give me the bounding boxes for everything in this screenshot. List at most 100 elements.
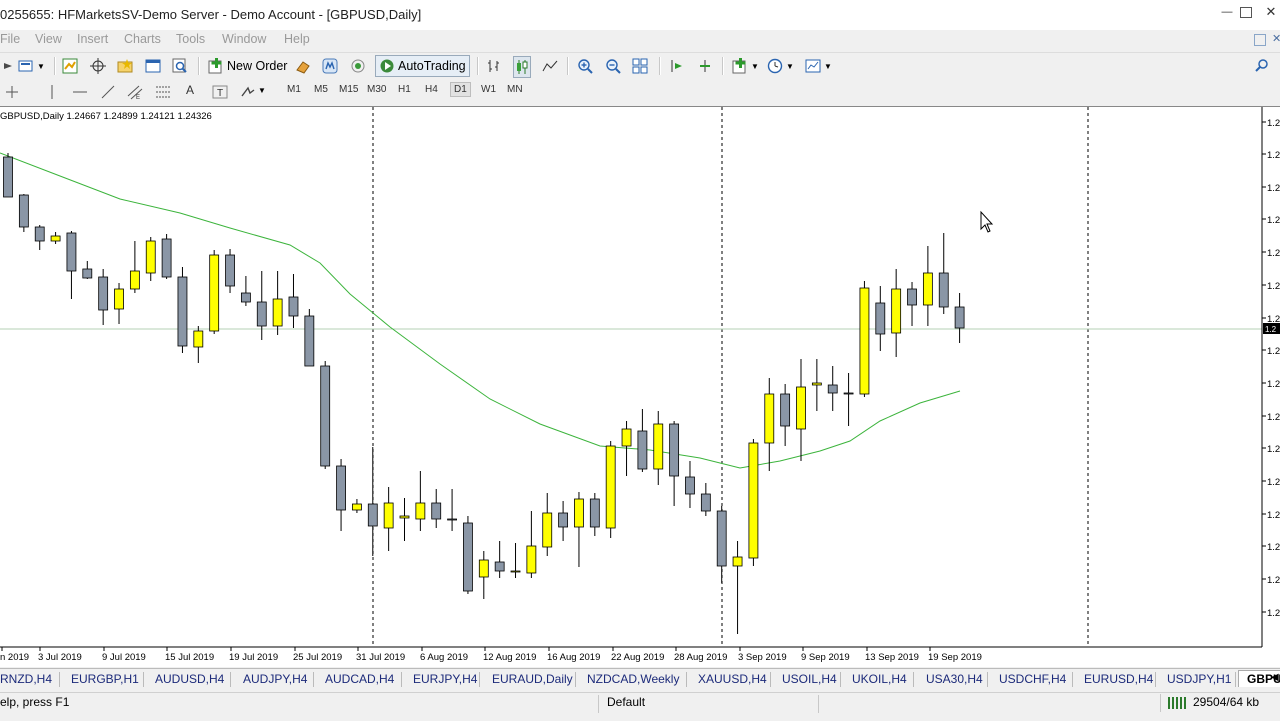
search-button[interactable] xyxy=(1254,56,1270,76)
close-icon[interactable]: ✕ xyxy=(1262,4,1280,20)
tile-windows-button[interactable] xyxy=(632,56,648,76)
timeframe-m30[interactable]: M30 xyxy=(367,84,386,95)
periods-button[interactable]: ▼ xyxy=(767,56,794,76)
auto-trading-button[interactable]: AutoTrading xyxy=(375,55,470,77)
chart-tab[interactable]: UKOIL,H4 xyxy=(852,672,907,686)
chart-tab[interactable]: EURGBP,H1 xyxy=(71,672,139,686)
chart-tab[interactable]: NZDCAD,Weekly xyxy=(587,672,679,686)
new-order-button[interactable]: New Order xyxy=(208,56,287,76)
bar-chart-button[interactable] xyxy=(486,56,502,76)
tab-scroll-left-icon[interactable]: ◀ xyxy=(1271,672,1279,683)
bearish-candle xyxy=(161,238,172,278)
menu-charts[interactable]: Charts xyxy=(124,32,161,46)
timeframe-m15[interactable]: M15 xyxy=(339,84,358,95)
time-tick-label: 13 Sep 2019 xyxy=(865,652,919,663)
auto-scroll-icon xyxy=(697,58,713,74)
signals-button[interactable] xyxy=(322,56,338,76)
bullish-candle xyxy=(653,423,664,470)
experts-button[interactable] xyxy=(295,56,311,76)
cursor-button[interactable] xyxy=(4,84,20,103)
chart-tab[interactable]: USDJPY,H1 xyxy=(1167,672,1231,686)
menu-file[interactable]: File xyxy=(0,32,20,46)
bearish-candle xyxy=(938,272,949,308)
strategy-tester-button[interactable] xyxy=(172,56,188,76)
bullish-candle xyxy=(50,235,61,242)
menu-insert[interactable]: Insert xyxy=(77,32,108,46)
menu-bar: File View Insert Charts Tools Window Hel… xyxy=(0,30,1280,50)
indicators-button[interactable]: ▼ xyxy=(732,56,759,76)
menu-view[interactable]: View xyxy=(35,32,62,46)
auto-scroll-button[interactable] xyxy=(697,56,713,76)
timeframe-w1[interactable]: W1 xyxy=(481,84,496,95)
timeframe-mn[interactable]: MN xyxy=(507,84,523,95)
bullish-candle xyxy=(859,287,870,395)
chart-tab[interactable]: AUDJPY,H4 xyxy=(243,672,307,686)
bullish-candle xyxy=(764,393,775,444)
line-chart-button[interactable] xyxy=(542,56,558,76)
market-watch-button[interactable] xyxy=(62,56,78,76)
chart-tab[interactable]: USOIL,H4 xyxy=(782,672,837,686)
bullish-candle xyxy=(605,445,616,529)
equidistant-channel-button[interactable]: E xyxy=(127,84,143,103)
price-chart[interactable]: 1.21.21.21.21.21.21.21.21.21.21.21.21.21… xyxy=(0,107,1280,667)
zoom-in-icon xyxy=(577,58,593,74)
new-chart-button[interactable]: ▼ xyxy=(18,56,45,76)
eraser-icon xyxy=(295,58,311,74)
bearish-candle xyxy=(82,268,93,279)
close-chart-icon[interactable]: ✕ xyxy=(1272,32,1280,45)
timeframe-h4[interactable]: H4 xyxy=(425,84,438,95)
arrows-button[interactable]: ▼ xyxy=(240,84,266,103)
bearish-candle xyxy=(225,254,235,287)
vertical-line-button[interactable] xyxy=(44,84,60,103)
trendline-button[interactable] xyxy=(100,84,116,103)
horizontal-line-icon xyxy=(72,84,88,100)
cross-cursor-icon xyxy=(4,84,20,100)
market-watch-icon xyxy=(62,58,78,74)
maximize-icon[interactable] xyxy=(1240,7,1252,18)
new-order-label: New Order xyxy=(227,59,288,73)
candlestick-button[interactable] xyxy=(513,56,531,78)
bullish-candle xyxy=(399,515,410,519)
fibonacci-button[interactable] xyxy=(155,84,171,103)
crosshair-button[interactable] xyxy=(90,56,106,76)
chart-tab[interactable]: USDCHF,H4 xyxy=(999,672,1066,686)
chart-tab[interactable]: XAUUSD,H4 xyxy=(698,672,767,686)
menu-help[interactable]: Help xyxy=(284,32,310,46)
timeframe-h1[interactable]: H1 xyxy=(398,84,411,95)
chart-tab[interactable]: RNZD,H4 xyxy=(0,672,52,686)
chart-window[interactable]: GBPUSD,Daily 1.24667 1.24899 1.24121 1.2… xyxy=(0,106,1280,667)
text-label-button[interactable]: T xyxy=(212,84,228,103)
timeframe-d1[interactable]: D1 xyxy=(450,82,471,97)
bearish-candle xyxy=(589,498,600,528)
status-profile: Default xyxy=(607,695,646,709)
profiles-button[interactable] xyxy=(2,56,14,76)
price-tick-label: 1.2 xyxy=(1267,542,1280,553)
timeframe-m1[interactable]: M1 xyxy=(287,84,301,95)
menu-window[interactable]: Window xyxy=(222,32,266,46)
horizontal-line-button[interactable] xyxy=(72,84,88,103)
timeframe-m5[interactable]: M5 xyxy=(314,84,328,95)
bearish-candle xyxy=(685,476,695,495)
terminal-button[interactable] xyxy=(145,56,161,76)
chart-tab[interactable]: USA30,H4 xyxy=(926,672,983,686)
bearish-candle xyxy=(447,518,457,521)
bearish-candle xyxy=(336,465,346,511)
chart-tab[interactable]: EURAUD,Daily xyxy=(492,672,573,686)
bearish-candle xyxy=(177,276,188,347)
chart-tab[interactable]: AUDUSD,H4 xyxy=(155,672,224,686)
bullish-candle xyxy=(732,556,743,567)
zoom-in-button[interactable] xyxy=(577,56,593,76)
chart-tab[interactable]: EURUSD,H4 xyxy=(1084,672,1153,686)
bullish-candle xyxy=(748,442,759,559)
vps-button[interactable] xyxy=(350,56,366,76)
menu-tools[interactable]: Tools xyxy=(176,32,205,46)
text-tool-icon[interactable]: A xyxy=(186,83,194,97)
chart-shift-button[interactable] xyxy=(669,56,685,76)
restore-icon[interactable] xyxy=(1254,34,1266,46)
minimize-icon[interactable]: — xyxy=(1218,4,1236,20)
chart-tab[interactable]: AUDCAD,H4 xyxy=(325,672,394,686)
zoom-out-button[interactable] xyxy=(605,56,621,76)
chart-tab[interactable]: EURJPY,H4 xyxy=(413,672,477,686)
navigator-button[interactable] xyxy=(117,56,133,76)
templates-button[interactable]: ▼ xyxy=(805,56,832,76)
